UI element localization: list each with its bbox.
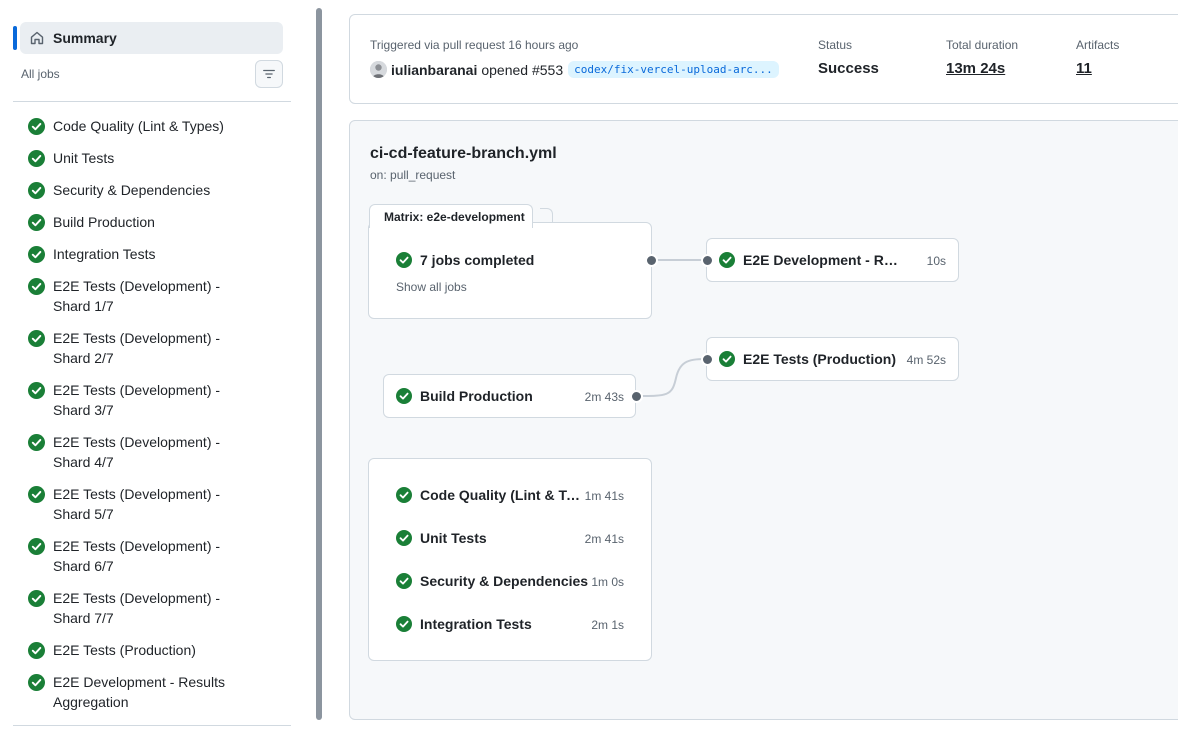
- job-list: Code Quality (Lint & Types) Unit Tests S…: [28, 116, 288, 724]
- artifacts-label: Artifacts: [1076, 38, 1120, 52]
- show-all-jobs-link[interactable]: Show all jobs: [396, 280, 467, 294]
- sidebar-job-item[interactable]: Build Production: [28, 212, 288, 244]
- matrix-summary[interactable]: 7 jobs completed: [396, 252, 534, 268]
- success-check-icon: [28, 382, 45, 399]
- success-check-icon: [28, 434, 45, 451]
- actor-link[interactable]: iulianbaranai: [391, 62, 477, 78]
- sidebar-job-item[interactable]: Integration Tests: [28, 244, 288, 276]
- job-node-label: Build Production: [396, 388, 533, 404]
- success-check-icon: [396, 573, 412, 589]
- success-check-icon: [396, 252, 412, 268]
- duration-stat: Total duration 13m 24s: [946, 38, 1018, 77]
- success-check-icon: [28, 182, 45, 199]
- connector-dot: [645, 254, 658, 267]
- matrix-card[interactable]: [368, 222, 652, 319]
- sidebar-job-item[interactable]: E2E Tests (Development) - Shard 2/7: [28, 328, 288, 380]
- success-check-icon: [396, 616, 412, 632]
- job-duration: 1m 0s: [591, 575, 624, 589]
- sidebar-job-item[interactable]: E2E Tests (Development) - Shard 4/7: [28, 432, 288, 484]
- sidebar-job-item[interactable]: E2E Tests (Development) - Shard 7/7: [28, 588, 288, 640]
- sidebar-job-item[interactable]: E2E Tests (Development) - Shard 3/7: [28, 380, 288, 432]
- success-check-icon: [28, 674, 45, 691]
- success-check-icon: [28, 486, 45, 503]
- job-duration: 1m 41s: [584, 489, 624, 503]
- success-check-icon: [719, 351, 735, 367]
- workflow-trigger: on: pull_request: [370, 168, 456, 182]
- sidebar-job-item[interactable]: Unit Tests: [28, 148, 288, 180]
- job-duration: 4m 52s: [906, 353, 946, 367]
- sidebar-item-summary[interactable]: Summary: [20, 22, 283, 54]
- success-check-icon: [28, 590, 45, 607]
- success-check-icon: [396, 487, 412, 503]
- artifacts-link[interactable]: 11: [1076, 60, 1119, 77]
- trigger-line: iulianbaranai opened #553 codex/fix-verc…: [370, 61, 779, 78]
- job-duration: 2m 43s: [584, 390, 624, 404]
- job-node-label: E2E Tests (Production): [719, 351, 896, 367]
- run-summary-box: Triggered via pull request 16 hours ago …: [349, 14, 1178, 104]
- workflow-file-title[interactable]: ci-cd-feature-branch.yml: [370, 145, 557, 163]
- connector-dot: [701, 353, 714, 366]
- sidebar-divider: [13, 101, 291, 102]
- success-check-icon: [28, 330, 45, 347]
- sidebar-job-item[interactable]: E2E Tests (Development) - Shard 6/7: [28, 536, 288, 588]
- success-check-icon: [28, 118, 45, 135]
- all-jobs-heading: All jobs: [21, 67, 60, 81]
- matrix-tab: Matrix: e2e-development: [369, 204, 533, 228]
- group-job-security[interactable]: Security & Dependencies: [396, 573, 588, 589]
- sidebar-job-item[interactable]: Security & Dependencies: [28, 180, 288, 212]
- filter-button[interactable]: [255, 60, 283, 88]
- success-check-icon: [28, 538, 45, 555]
- sidebar-job-item[interactable]: E2E Tests (Development) - Shard 1/7: [28, 276, 288, 328]
- sidebar-job-item[interactable]: Code Quality (Lint & Types): [28, 116, 288, 148]
- avatar[interactable]: [370, 61, 387, 78]
- avatar-image-icon: [370, 61, 387, 78]
- job-duration: 2m 41s: [584, 532, 624, 546]
- group-job-unit-tests[interactable]: Unit Tests: [396, 530, 487, 546]
- job-duration: 10s: [926, 254, 946, 268]
- matrix-tab-stack: [540, 208, 553, 222]
- success-check-icon: [396, 530, 412, 546]
- duration-link[interactable]: 13m 24s: [946, 60, 1018, 77]
- success-check-icon: [28, 246, 45, 263]
- home-icon: [30, 31, 44, 45]
- active-indicator: [13, 26, 17, 50]
- status-value: Success: [818, 60, 879, 77]
- filter-icon: [263, 69, 275, 79]
- sidebar-divider: [13, 725, 291, 726]
- branch-label[interactable]: codex/fix-vercel-upload-arc...: [568, 61, 779, 78]
- summary-label: Summary: [53, 30, 117, 46]
- success-check-icon: [396, 388, 412, 404]
- success-check-icon: [28, 642, 45, 659]
- sidebar-job-item[interactable]: E2E Tests (Production): [28, 640, 288, 672]
- trigger-text: Triggered via pull request 16 hours ago: [370, 38, 579, 52]
- status-stat: Status Success: [818, 38, 879, 77]
- sidebar-job-item[interactable]: E2E Tests (Development) - Shard 5/7: [28, 484, 288, 536]
- pr-reference[interactable]: opened #553: [481, 62, 563, 78]
- artifacts-stat: Artifacts 11: [1076, 38, 1119, 77]
- connector-dot: [701, 254, 714, 267]
- sidebar-job-item[interactable]: E2E Development - Results Aggregation: [28, 672, 288, 724]
- status-label: Status: [818, 38, 853, 52]
- success-check-icon: [28, 278, 45, 295]
- group-job-integration[interactable]: Integration Tests: [396, 616, 532, 632]
- success-check-icon: [28, 150, 45, 167]
- success-check-icon: [719, 252, 735, 268]
- scrollbar[interactable]: [316, 8, 322, 720]
- sidebar: Summary All jobs Code Quality (Lint & Ty…: [0, 0, 300, 733]
- job-node-label: E2E Development - Results ...: [719, 252, 899, 268]
- duration-label: Total duration: [946, 38, 1019, 52]
- success-check-icon: [28, 214, 45, 231]
- connector-dot: [630, 390, 643, 403]
- group-job-code-quality[interactable]: Code Quality (Lint & Typ...: [396, 487, 582, 503]
- job-duration: 2m 1s: [591, 618, 624, 632]
